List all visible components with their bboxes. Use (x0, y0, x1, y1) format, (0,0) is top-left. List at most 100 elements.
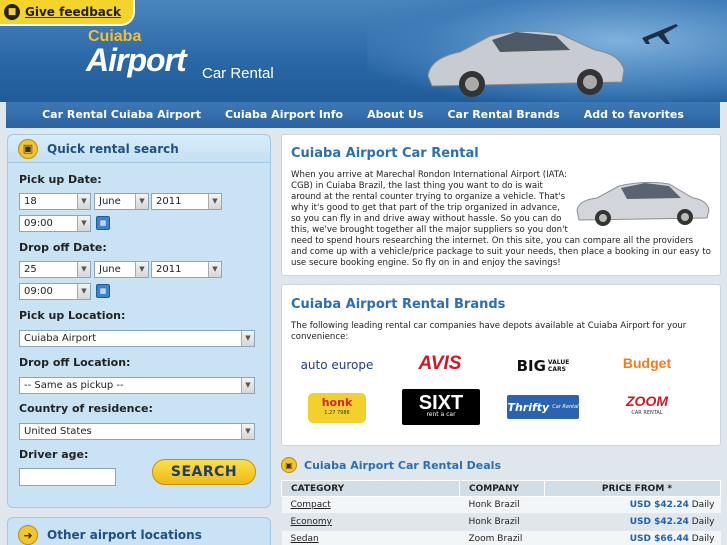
dropoff-year-select[interactable]: 2011 ▼ (151, 261, 222, 278)
country-select[interactable]: United States ▼ (19, 423, 255, 440)
dropoff-month-value: June (99, 264, 121, 275)
deal-company: Honk Brazil (459, 513, 545, 531)
dropoff-calendar-icon[interactable]: ▦ (96, 284, 110, 298)
chevron-down-icon: ▼ (77, 216, 90, 231)
country-value: United States (24, 426, 92, 437)
dropoff-location-label: Drop off Location: (19, 356, 131, 369)
chevron-down-icon: ▼ (208, 194, 221, 209)
dropoff-year-value: 2011 (156, 264, 182, 275)
nav-brands[interactable]: Car Rental Brands (435, 102, 571, 128)
brand-bigvaluecars-value: VALUE (547, 359, 570, 366)
dropoff-month-select[interactable]: June ▼ (94, 261, 149, 278)
deal-category-cell: Economy (281, 513, 460, 531)
header-car-image (427, 30, 625, 97)
chevron-down-icon: ▼ (77, 262, 90, 277)
brand-avis-logo[interactable]: AVIS (410, 351, 470, 377)
dropoff-date-label: Drop off Date: (19, 241, 107, 254)
deal-category-link[interactable]: Compact (291, 500, 331, 510)
main-nav: Car Rental Cuiaba Airport Cuiaba Airport… (6, 102, 720, 128)
brand-auto-europe-logo[interactable]: auto europe (291, 353, 383, 377)
brand-budget-logo[interactable]: Budget (622, 351, 672, 375)
brand-honk-sub: 1.27 7986 (324, 410, 350, 416)
deals-table: CATEGORY COMPANY PRICE FROM * Compact Ho… (281, 480, 721, 545)
brands-title: Cuiaba Airport Rental Brands (291, 297, 506, 312)
brand-sixt-sub: rent a car (426, 411, 456, 418)
about-text: When you arrive at Marechal Rondon Inter… (291, 170, 711, 269)
driver-age-input[interactable] (19, 468, 116, 486)
speech-bubble-icon: ■ (4, 4, 20, 20)
deals-section: ▣ Cuiaba Airport Car Rental Deals CATEGO… (281, 454, 721, 545)
table-row: Compact Honk Brazil USD $42.24 Daily (281, 496, 721, 514)
dropoff-day-select[interactable]: 25 ▼ (19, 261, 91, 278)
car-icon: ▣ (18, 138, 38, 159)
dropoff-location-select[interactable]: -- Same as pickup -- ▼ (19, 377, 255, 394)
deal-category-link[interactable]: Sedan (291, 534, 319, 544)
chevron-down-icon: ▼ (241, 424, 254, 439)
about-title: Cuiaba Airport Car Rental (291, 146, 479, 161)
brand-zoom-sub: CAR RENTAL (631, 410, 663, 416)
dropoff-time-select[interactable]: 09:00 ▼ (19, 283, 91, 300)
pickup-year-select[interactable]: 2011 ▼ (151, 193, 222, 210)
pickup-time-value: 09:00 (24, 218, 53, 229)
deal-price: USD $42.24 (629, 517, 689, 527)
quick-search-title: Quick rental search (47, 141, 179, 156)
deal-company: Zoom Brazil (459, 530, 545, 545)
brand-zoom-logo[interactable]: ZOOM CAR RENTAL (612, 393, 682, 421)
give-feedback-button[interactable]: ■ Give feedback (0, 0, 135, 26)
nav-about-us[interactable]: About Us (355, 102, 435, 128)
nav-add-favorites[interactable]: Add to favorites (572, 102, 696, 128)
nav-car-rental[interactable]: Car Rental Cuiaba Airport (30, 102, 213, 128)
pickup-day-value: 18 (24, 196, 37, 207)
pickup-location-select[interactable]: Cuiaba Airport ▼ (19, 330, 255, 347)
pickup-date-label: Pick up Date: (19, 173, 102, 186)
brand-bigvaluecars-logo[interactable]: BIG VALUE CARS (512, 355, 574, 377)
deal-category-link[interactable]: Economy (291, 517, 332, 527)
deal-unit: Daily (691, 517, 715, 527)
airplane-icon (642, 24, 678, 44)
deals-header: ▣ Cuiaba Airport Car Rental Deals (281, 454, 721, 476)
brand-bigvaluecars-sub: VALUE CARS (548, 359, 569, 373)
logo-car-rental: Car Rental (202, 65, 274, 82)
dropoff-time-value: 09:00 (24, 286, 53, 297)
table-row: Economy Honk Brazil USD $42.24 Daily (281, 513, 721, 531)
deals-title: Cuiaba Airport Car Rental Deals (304, 458, 502, 472)
brand-honk-logo[interactable]: honk 1.27 7986 (308, 393, 366, 423)
brand-honk-name: honk (321, 396, 353, 409)
dropoff-day-value: 25 (24, 264, 37, 275)
brand-sixt-logo[interactable]: SIXT rent a car (402, 389, 480, 425)
pickup-month-value: June (99, 196, 121, 207)
col-category: CATEGORY (281, 480, 460, 497)
chevron-down-icon: ▼ (241, 378, 254, 393)
quick-search-panel: ▣ Quick rental search Pick up Date: 18 ▼ … (7, 134, 271, 508)
col-price: PRICE FROM * (544, 480, 721, 497)
country-label: Country of residence: (19, 402, 153, 415)
pickup-month-select[interactable]: June ▼ (94, 193, 149, 210)
pickup-location-value: Cuiaba Airport (24, 333, 97, 344)
site-header: ■ Give feedback Cuiaba Airport Car Renta… (0, 0, 727, 102)
chevron-down-icon: ▼ (77, 284, 90, 299)
chevron-down-icon: ▼ (135, 262, 148, 277)
deal-price: USD $42.24 (629, 500, 689, 510)
brand-thrifty-name: Thrifty (507, 400, 550, 414)
pickup-calendar-icon[interactable]: ▦ (96, 216, 110, 230)
chevron-down-icon: ▼ (77, 194, 90, 209)
deal-price: USD $66.44 (629, 534, 689, 544)
other-airport-locations-title: Other airport locations (47, 528, 202, 542)
nav-airport-info[interactable]: Cuiaba Airport Info (213, 102, 355, 128)
deal-unit: Daily (691, 500, 715, 510)
brand-sixt-name: SIXT (418, 392, 464, 414)
brand-thrifty-logo[interactable]: Thrifty Car Rental (507, 395, 579, 419)
search-button[interactable]: SEARCH (152, 459, 256, 485)
brand-thrifty-sub: Car Rental (552, 404, 579, 410)
deal-price-cell: USD $42.24 Daily (544, 496, 721, 514)
pickup-time-select[interactable]: 09:00 ▼ (19, 215, 91, 232)
brands-section: Cuiaba Airport Rental Brands The followi… (281, 284, 721, 446)
deals-header-row: CATEGORY COMPANY PRICE FROM * (281, 480, 721, 497)
other-airport-locations-panel[interactable]: ➜ Other airport locations (7, 517, 271, 545)
give-feedback-label: Give feedback (25, 5, 121, 19)
pickup-year-value: 2011 (156, 196, 182, 207)
col-company: COMPANY (459, 480, 545, 497)
pickup-day-select[interactable]: 18 ▼ (19, 193, 91, 210)
brand-bigvaluecars-big: BIG (516, 357, 546, 375)
brands-intro: The following leading rental car compani… (291, 321, 687, 342)
